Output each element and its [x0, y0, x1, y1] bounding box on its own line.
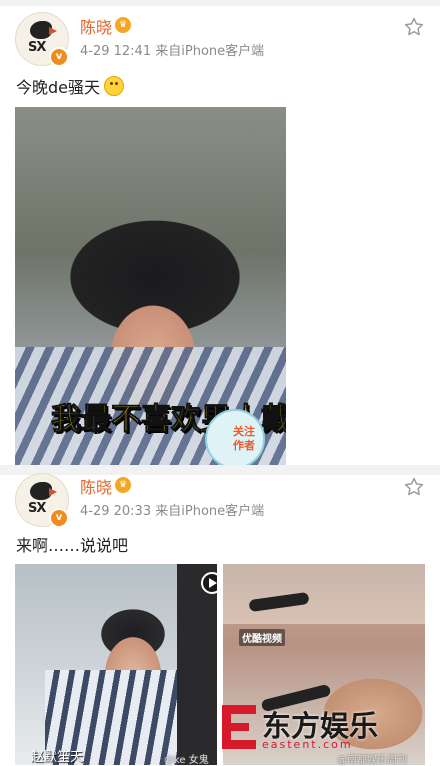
follow-author-badge[interactable]: 关注作者 [205, 409, 265, 467]
favorite-star-icon[interactable] [403, 16, 425, 38]
post-source: 来自iPhone客户端 [155, 504, 265, 519]
watermark-domain: eastent.com [262, 738, 353, 751]
smile-emoji-icon [104, 76, 125, 96]
avatar-logo-text: SX [28, 40, 46, 55]
post-image[interactable]: 我最不喜欢男人戴墨镜！ 关注作者 [15, 107, 286, 467]
post-divider [0, 465, 440, 475]
post-time: 4-29 20:33 [80, 504, 152, 519]
watermark-credit: @南都娱乐周刊 [337, 755, 407, 766]
post-text: 今晚de骚天 [16, 78, 101, 97]
post-meta: 4-29 20:33 来自iPhone客户端 [80, 500, 264, 519]
image-left-caption: 赵默笙天 [31, 750, 84, 765]
watermark-logo-icon [222, 705, 256, 749]
watermark-credit-2: @ke 女鬼 [164, 755, 209, 766]
post-source: 来自iPhone客户端 [155, 44, 265, 59]
member-crown-icon: ♛ [115, 17, 131, 33]
post-meta: 4-29 12:41 来自iPhone客户端 [80, 40, 264, 59]
verified-badge-icon: v [49, 508, 69, 528]
avatar-logo-text: SX [28, 501, 46, 516]
author-name[interactable]: 陈晓 [80, 474, 112, 498]
post-body: 今晚de骚天 [16, 74, 125, 98]
post-time: 4-29 12:41 [80, 44, 152, 59]
top-divider [0, 0, 440, 6]
post-image-left[interactable]: 赵默笙天 [15, 564, 217, 765]
play-icon[interactable] [201, 572, 217, 594]
author-name[interactable]: 陈晓 [80, 14, 112, 38]
verified-badge-icon: v [49, 47, 69, 67]
video-source-tag: 优酷视频 [239, 629, 285, 646]
member-crown-icon: ♛ [115, 477, 131, 493]
post-text: 来啊……说说吧 [16, 536, 129, 555]
favorite-star-icon[interactable] [403, 476, 425, 498]
